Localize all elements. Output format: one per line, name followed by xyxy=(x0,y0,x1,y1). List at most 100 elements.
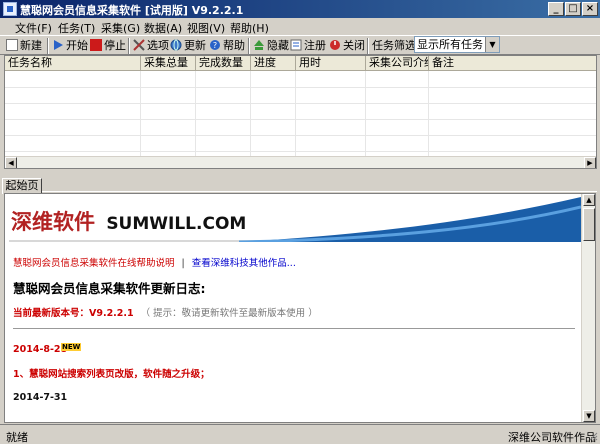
window-title: 慧聪网会员信息采集软件 [试用版] V9.2.2.1 xyxy=(20,4,244,17)
brand-banner: 深维软件 SUMWILL.COM xyxy=(9,197,581,242)
version-row: 当前最新版本号：V9.2.2.1 （ 提示：敬请更新软件至最新版本使用 ） xyxy=(13,305,318,319)
minimize-button[interactable]: _ xyxy=(548,2,564,16)
changelog-heading: 慧聪网会员信息采集软件更新日志: xyxy=(13,281,206,296)
brand-logo[interactable]: 深维软件 SUMWILL.COM xyxy=(11,206,246,236)
tab-start-page[interactable]: 起始页 xyxy=(2,178,42,194)
version-label: 当前最新版本号：V9.2.2.1 xyxy=(13,308,134,319)
status-credit: 深维公司软件作品 xyxy=(508,431,596,444)
stop-label: 停止 xyxy=(104,39,126,52)
register-label: 注册 xyxy=(304,39,326,52)
vertical-scrollbar[interactable]: ▲ ▼ xyxy=(581,194,595,422)
release-date: 2014-7-31 xyxy=(13,392,68,403)
toolbar-separator xyxy=(367,38,369,54)
task-table[interactable]: 任务名称 采集总量 完成数量 进度 用时 采集公司介绍 备注 ◀ ▶ xyxy=(4,55,597,169)
table-row[interactable] xyxy=(5,135,596,136)
app-icon[interactable] xyxy=(3,2,17,16)
scroll-left-icon[interactable]: ◀ xyxy=(5,157,17,168)
table-row[interactable] xyxy=(5,103,596,104)
menu-bar: 文件(F) 任务(T) 采集(G) 数据(A) 视图(V) 帮助(H) xyxy=(0,18,600,35)
options-label: 选项 xyxy=(147,39,169,52)
menu-collect[interactable]: 采集(G) xyxy=(101,20,140,36)
table-row[interactable] xyxy=(5,87,596,88)
stop-icon xyxy=(90,39,102,51)
update-button[interactable]: 更新 xyxy=(170,38,206,54)
new-file-icon xyxy=(6,39,18,51)
menu-file[interactable]: 文件(F) xyxy=(15,20,52,36)
stop-button[interactable]: 停止 xyxy=(90,38,126,54)
new-badge: NEW xyxy=(61,343,82,351)
power-icon xyxy=(330,40,340,50)
column-header-time[interactable]: 用时 xyxy=(296,56,366,70)
scrollbar-thumb[interactable] xyxy=(583,208,595,241)
horizontal-scrollbar[interactable]: ◀ ▶ xyxy=(5,156,596,168)
scroll-up-icon[interactable]: ▲ xyxy=(583,194,595,206)
column-divider xyxy=(195,71,196,168)
register-icon xyxy=(290,39,302,51)
globe-icon xyxy=(170,39,182,51)
menu-help[interactable]: 帮助(H) xyxy=(230,20,269,36)
logo-cn-text: 深维软件 xyxy=(11,210,95,234)
task-filter-select[interactable]: 显示所有任务 ▼ xyxy=(414,36,500,53)
scroll-down-icon[interactable]: ▼ xyxy=(583,410,595,422)
column-header-total[interactable]: 采集总量 xyxy=(141,56,196,70)
hide-button[interactable]: 隐藏 xyxy=(253,38,289,54)
version-hint: （ 提示：敬请更新软件至最新版本使用 ） xyxy=(140,308,318,319)
play-icon xyxy=(54,40,63,50)
help-label: 帮助 xyxy=(223,39,245,52)
column-header-completed[interactable]: 完成数量 xyxy=(196,56,251,70)
column-header-progress[interactable]: 进度 xyxy=(251,56,296,70)
column-divider xyxy=(140,71,141,168)
hide-icon xyxy=(254,40,264,50)
options-button[interactable]: 选项 xyxy=(133,38,169,54)
column-header-company-intro[interactable]: 采集公司介绍 xyxy=(366,56,429,70)
column-header-task-name[interactable]: 任务名称 xyxy=(5,56,141,70)
tab-strip xyxy=(4,174,597,192)
toolbar: 新建 开始 停止 选项 更新 ? 帮助 隐藏 注册 关闭 任务筛选: xyxy=(0,35,600,55)
toolbar-separator xyxy=(47,38,49,54)
release-date: 2014-8-28 xyxy=(13,344,68,355)
task-filter-value: 显示所有任务 xyxy=(417,38,483,51)
start-button[interactable]: 开始 xyxy=(52,38,88,54)
update-label: 更新 xyxy=(184,39,206,52)
more-products-link[interactable]: 查看深维科技其他作品... xyxy=(192,258,296,269)
close-window-button[interactable]: × xyxy=(582,2,598,16)
maximize-button[interactable]: □ xyxy=(565,2,581,16)
start-label: 开始 xyxy=(66,39,88,52)
toolbar-separator xyxy=(248,38,250,54)
register-button[interactable]: 注册 xyxy=(290,38,326,54)
table-row[interactable] xyxy=(5,151,596,152)
hide-label: 隐藏 xyxy=(267,39,289,52)
help-button[interactable]: ? 帮助 xyxy=(209,38,245,54)
menu-view[interactable]: 视图(V) xyxy=(187,20,225,36)
new-button[interactable]: 新建 xyxy=(6,38,42,54)
help-icon: ? xyxy=(210,40,220,50)
menu-data[interactable]: 数据(A) xyxy=(144,20,182,36)
menu-task[interactable]: 任务(T) xyxy=(58,20,95,36)
logo-en-text: SUMWILL.COM xyxy=(106,214,247,234)
new-label: 新建 xyxy=(20,39,42,52)
svg-text:?: ? xyxy=(213,41,217,50)
close-label: 关闭 xyxy=(343,39,365,52)
column-divider xyxy=(365,71,366,168)
toolbar-separator xyxy=(128,38,130,54)
online-help-link[interactable]: 慧聪网会员信息采集软件在线帮助说明 xyxy=(13,258,175,269)
status-text: 就绪 xyxy=(6,431,28,444)
column-divider xyxy=(250,71,251,168)
column-divider xyxy=(295,71,296,168)
column-header-notes[interactable]: 备注 xyxy=(429,56,596,70)
divider xyxy=(13,328,575,329)
release-note: 1、慧聪网站搜索列表页改版，软件随之升级； xyxy=(13,369,210,380)
tools-icon xyxy=(133,39,145,51)
table-row[interactable] xyxy=(5,119,596,120)
resize-grip-icon[interactable] xyxy=(588,431,598,441)
link-row: 慧聪网会员信息采集软件在线帮助说明 | 查看深维科技其他作品... xyxy=(13,255,296,269)
task-filter-label: 任务筛选: xyxy=(372,39,420,52)
start-page-browser[interactable]: 深维软件 SUMWILL.COM 慧聪网会员信息采集软件在线帮助说明 | 查看深… xyxy=(4,193,596,423)
link-separator: | xyxy=(181,258,185,269)
column-divider xyxy=(428,71,429,168)
status-bar: 就绪 深维公司软件作品 xyxy=(0,424,600,444)
title-bar[interactable]: 慧聪网会员信息采集软件 [试用版] V9.2.2.1 _ □ × xyxy=(0,0,600,18)
chevron-down-icon[interactable]: ▼ xyxy=(485,37,499,52)
close-button[interactable]: 关闭 xyxy=(329,38,365,54)
scroll-right-icon[interactable]: ▶ xyxy=(584,157,596,168)
